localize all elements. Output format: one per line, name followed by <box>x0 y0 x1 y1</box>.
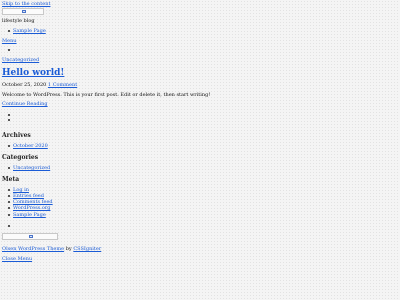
theme-credit-link[interactable]: Olsen WordPress Theme <box>2 246 64 252</box>
close-menu-link[interactable]: Close Menu <box>2 256 32 262</box>
post-title: Hello world! <box>2 68 64 78</box>
categories-heading: Categories <box>2 154 39 161</box>
broken-image-icon <box>29 235 33 238</box>
social-icons-list <box>2 47 13 52</box>
post-meta: October 25, 2020 1 Comment <box>2 82 77 88</box>
post-date: October 25, 2020 <box>2 82 47 88</box>
post-comments-link[interactable]: 1 Comment <box>48 82 77 88</box>
post-category-link[interactable]: Uncategorized <box>2 57 39 63</box>
post-title-link[interactable]: Hello world! <box>2 68 64 78</box>
site-title: lifestyle blog <box>2 18 35 24</box>
categories-list: Uncategorized <box>2 165 50 171</box>
post-share-list <box>2 112 13 122</box>
main-navigation: Sample Page <box>2 28 46 34</box>
nav-item-sample-page[interactable]: Sample Page <box>13 28 46 34</box>
meta-list: Log in Entries feed Comments feed WordPr… <box>2 187 53 211</box>
footer-nav-item-sample-page[interactable]: Sample Page <box>13 212 46 218</box>
broken-image-icon <box>22 10 26 13</box>
author-credit-link[interactable]: CSSIgniter <box>73 246 101 252</box>
footer-navigation: Sample Page <box>2 212 46 218</box>
meta-link-wordpress-org[interactable]: WordPress.org <box>13 205 50 211</box>
post-content: Welcome to WordPress. This is your first… <box>2 92 211 98</box>
footer-credits: Olsen WordPress Theme by CSSIgniter <box>2 246 101 252</box>
menu-toggle-link[interactable]: Menu <box>2 38 17 44</box>
continue-reading-link[interactable]: Continue Reading <box>2 101 48 107</box>
footer-search-box[interactable] <box>2 233 58 240</box>
category-link[interactable]: Uncategorized <box>13 165 50 171</box>
meta-heading: Meta <box>2 176 20 183</box>
archives-list: October 2020 <box>2 143 48 149</box>
footer-social-list <box>2 223 13 228</box>
header-search-box[interactable] <box>2 8 44 15</box>
skip-to-content-link[interactable]: Skip to the content <box>2 1 50 7</box>
archive-link[interactable]: October 2020 <box>13 143 48 149</box>
archives-heading: Archives <box>2 132 31 139</box>
credit-by-text: by <box>65 246 72 252</box>
